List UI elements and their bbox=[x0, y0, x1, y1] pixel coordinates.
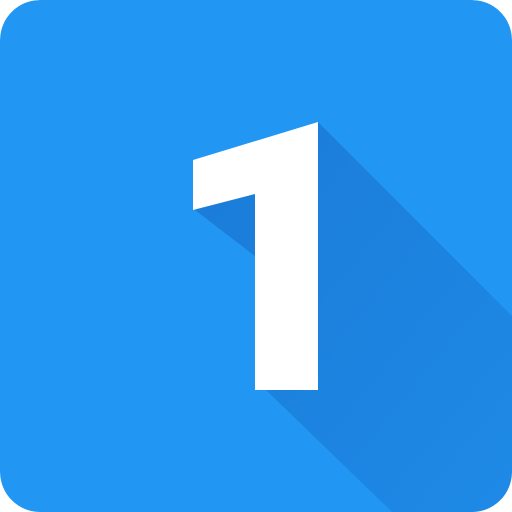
number-one-icon bbox=[0, 0, 512, 512]
number-one-tile: 1 bbox=[0, 0, 512, 512]
